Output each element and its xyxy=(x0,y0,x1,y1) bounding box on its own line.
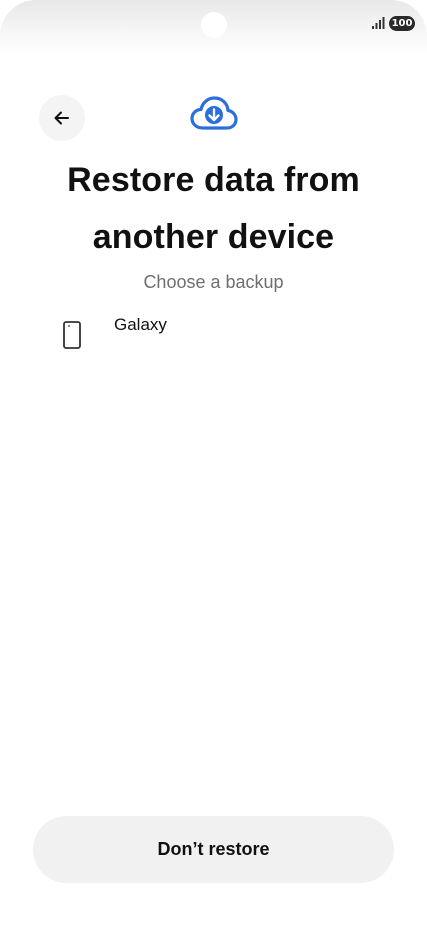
backup-item-galaxy[interactable]: Galaxy xyxy=(50,310,390,360)
dont-restore-button[interactable]: Don’t restore xyxy=(33,816,394,883)
battery-badge: 100 xyxy=(389,16,415,31)
backup-label: Galaxy xyxy=(114,315,167,334)
page-subtitle: Choose a backup xyxy=(143,272,284,292)
back-button[interactable] xyxy=(39,95,85,141)
camera-cutout xyxy=(201,12,227,38)
status-bar: 100 xyxy=(0,0,427,56)
arrow-left-icon xyxy=(54,111,69,125)
signal-bars-icon xyxy=(372,17,385,29)
restore-screen: 100 Restore data from another device Cho… xyxy=(0,0,427,926)
page-title: Restore data from another device xyxy=(67,161,360,256)
phone-icon xyxy=(63,321,81,349)
cloud-download-icon xyxy=(190,96,238,130)
